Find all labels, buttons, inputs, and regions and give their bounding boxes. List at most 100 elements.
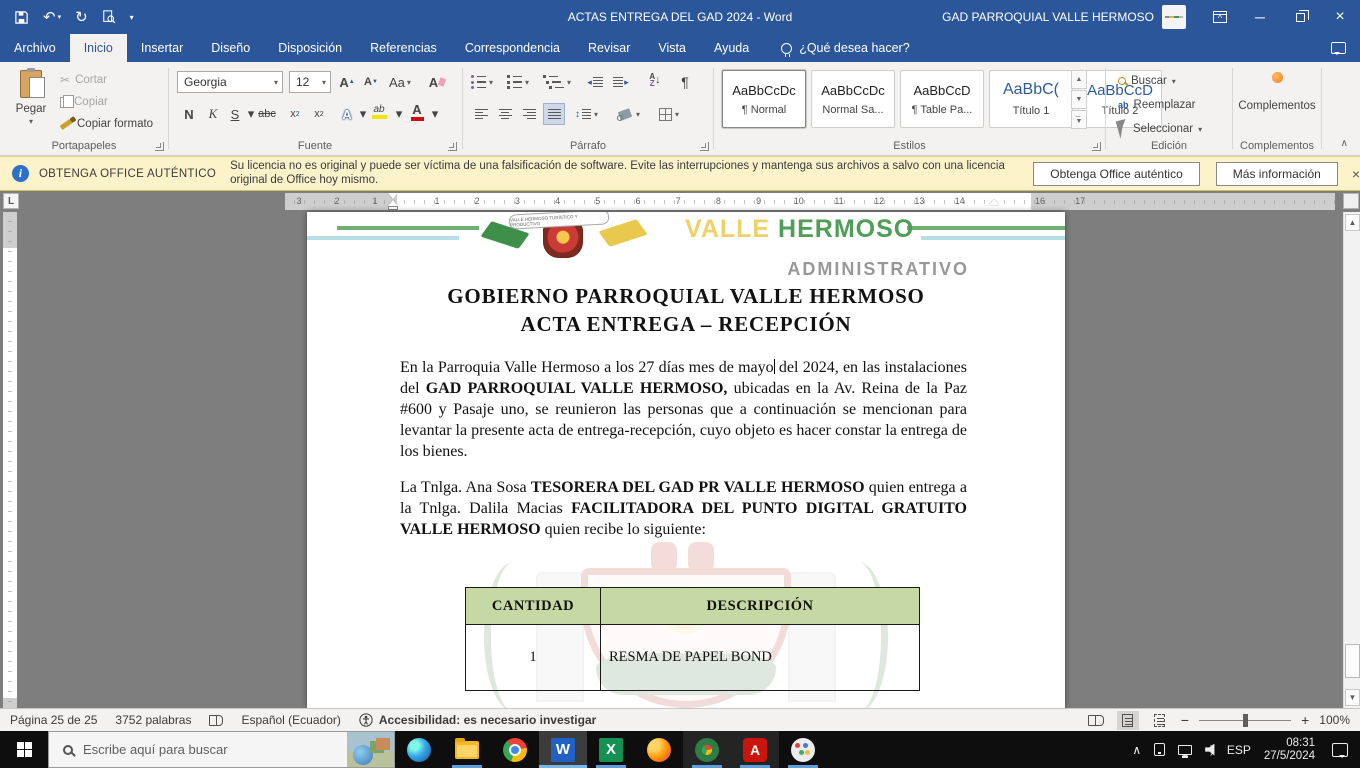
language-indicator[interactable]: Español (Ecuador) (241, 713, 340, 727)
tab-diseno[interactable]: Diseño (197, 34, 264, 62)
tray-device-icon[interactable] (1154, 743, 1166, 756)
proofing-icon[interactable] (209, 714, 224, 726)
word-count[interactable]: 3752 palabras (115, 713, 191, 727)
numbering-button[interactable]: ▾ (507, 71, 529, 93)
format-painter-button[interactable]: Copiar formato (59, 113, 153, 135)
font-family-combo[interactable]: Georgia ▾ (177, 71, 283, 93)
line-spacing-button[interactable]: ↕ ▾ (575, 103, 598, 125)
copy-button[interactable]: Copiar (60, 91, 153, 113)
taskbar-excel-icon[interactable]: X (587, 731, 635, 768)
account-name[interactable]: GAD PARROQUIAL VALLE HERMOSO (942, 10, 1154, 24)
styles-scroll-down[interactable]: ▼ (1071, 90, 1087, 109)
tray-expand-icon[interactable]: ∧ (1132, 743, 1141, 757)
web-layout-button[interactable] (1149, 711, 1171, 730)
align-center-button[interactable] (495, 103, 515, 125)
vertical-ruler[interactable] (3, 212, 17, 708)
accessibility-status[interactable]: Accesibilidad: es necesario investigar (359, 713, 596, 727)
select-button[interactable]: Seleccionar ▾ (1115, 118, 1202, 140)
taskbar-chrome-profile-icon[interactable] (683, 731, 731, 768)
highlight-dropdown[interactable]: ▾ (389, 103, 409, 125)
ruler-toggle-button[interactable] (1343, 193, 1359, 209)
right-indent-marker[interactable] (989, 199, 999, 205)
tab-inicio[interactable]: Inicio (69, 34, 127, 62)
font-dialog-launcher[interactable] (448, 142, 457, 151)
justify-button[interactable] (543, 103, 565, 125)
tab-ayuda[interactable]: Ayuda (700, 34, 763, 62)
zoom-slider[interactable] (1199, 713, 1292, 727)
clipboard-dialog-launcher[interactable] (155, 142, 164, 151)
taskbar-acrobat-icon[interactable]: A (731, 731, 779, 768)
vertical-scrollbar[interactable]: ▲ ▼ (1343, 212, 1360, 708)
tab-vista[interactable]: Vista (644, 34, 700, 62)
styles-more-button[interactable]: ─ ▼ (1071, 110, 1087, 129)
cell-desc[interactable]: RESMA DE PAPEL BOND (600, 624, 920, 691)
paragraph-2[interactable]: La Tnlga. Ana Sosa TESORERA DEL GAD PR V… (400, 477, 967, 540)
increase-indent-button[interactable]: ▸ (611, 71, 631, 93)
scrollbar-thumb[interactable] (1345, 644, 1360, 678)
strikethrough-button[interactable]: abc (257, 103, 277, 125)
taskbar-word-icon[interactable]: W (539, 731, 587, 768)
style-titulo-1[interactable]: AaBbC(Título 1 (989, 70, 1073, 128)
tab-referencias[interactable]: Referencias (356, 34, 451, 62)
addins-button[interactable]: Complementos (1233, 72, 1321, 112)
taskbar-paint-icon[interactable] (779, 731, 827, 768)
superscript-button[interactable]: x2 (309, 103, 329, 125)
taskbar-file-explorer-icon[interactable] (443, 731, 491, 768)
cut-button[interactable]: ✂ Cortar (60, 69, 153, 91)
dismiss-warning-icon[interactable]: × (1352, 166, 1360, 182)
style-normal[interactable]: AaBbCcDc ¶ Normal (722, 70, 806, 128)
style-normal-sa[interactable]: AaBbCcDc Normal Sa... (811, 70, 895, 128)
zoom-out-button[interactable]: − (1181, 712, 1189, 728)
bold-button[interactable]: N (179, 103, 199, 125)
more-info-button[interactable]: Más información (1215, 161, 1338, 186)
volume-icon[interactable]: ) (1205, 743, 1215, 756)
paragraph-dialog-launcher[interactable] (700, 142, 709, 151)
account-avatar[interactable] (1162, 5, 1186, 29)
items-table[interactable]: CANTIDAD DESCRIPCIÓN 1 RESMA DE PAPEL BO… (465, 587, 920, 691)
styles-scroll-up[interactable]: ▲ (1071, 70, 1087, 89)
find-button[interactable]: Buscar ▾ (1118, 70, 1176, 92)
first-line-indent-marker[interactable] (388, 193, 398, 199)
style-table-pa[interactable]: AaBbCcD ¶ Table Pa... (900, 70, 984, 128)
replace-button[interactable]: ab Reemplazar (1118, 94, 1196, 116)
paragraph-1[interactable]: En la Parroquia Valle Hermoso a los 27 d… (400, 357, 967, 462)
minimize-button[interactable]: ─ (1240, 0, 1280, 34)
italic-button[interactable]: K (203, 103, 223, 125)
table-row[interactable]: 1 RESMA DE PAPEL BOND (465, 624, 920, 691)
subscript-button[interactable]: x2 (285, 103, 305, 125)
ribbon-display-options-button[interactable]: ˄ (1200, 0, 1240, 34)
clear-formatting-button[interactable]: A (427, 71, 447, 93)
font-color-dropdown[interactable]: ▾ (425, 103, 445, 125)
restore-button[interactable] (1280, 0, 1320, 34)
print-layout-button[interactable] (1116, 710, 1139, 730)
feedback-icon[interactable] (1331, 42, 1346, 55)
document-page[interactable]: VALLE HERMOSO TURÍSTICO Y PRODUCTIVO VAL… (307, 212, 1065, 708)
tab-archivo[interactable]: Archivo (0, 34, 70, 62)
scroll-down-button[interactable]: ▼ (1345, 689, 1360, 706)
cell-qty[interactable]: 1 (465, 624, 601, 691)
save-icon[interactable] (14, 10, 29, 25)
taskbar-edge-icon[interactable] (395, 731, 443, 768)
pilcrow-button[interactable]: ¶ (675, 71, 695, 93)
tab-revisar[interactable]: Revisar (574, 34, 644, 62)
collapse-ribbon-icon[interactable]: ∧ (1341, 138, 1348, 149)
tab-correspondencia[interactable]: Correspondencia (451, 34, 574, 62)
multilevel-list-button[interactable]: ▾ (543, 71, 571, 93)
customize-qat-icon[interactable]: ▾ (130, 13, 134, 22)
taskbar-chrome-icon[interactable] (491, 731, 539, 768)
zoom-slider-thumb[interactable] (1243, 713, 1249, 727)
left-indent-marker[interactable] (388, 206, 398, 210)
close-button[interactable]: × (1320, 0, 1360, 34)
taskbar-clock[interactable]: 08:31 27/5/2024 (1264, 737, 1315, 763)
tab-insertar[interactable]: Insertar (127, 34, 197, 62)
bullets-button[interactable]: ▾ (471, 71, 493, 93)
notification-center-icon[interactable] (1332, 742, 1348, 758)
keyboard-language[interactable]: ESP (1227, 743, 1251, 757)
taskbar-firefox-icon[interactable] (635, 731, 683, 768)
scroll-up-button[interactable]: ▲ (1345, 214, 1360, 231)
network-icon[interactable] (1178, 744, 1193, 758)
paste-button[interactable]: Pegar ▾ (8, 68, 54, 127)
highlight-button[interactable]: ab (369, 100, 389, 122)
styles-dialog-launcher[interactable] (1092, 142, 1101, 151)
undo-icon[interactable]: ↶ ▾ (43, 8, 61, 26)
